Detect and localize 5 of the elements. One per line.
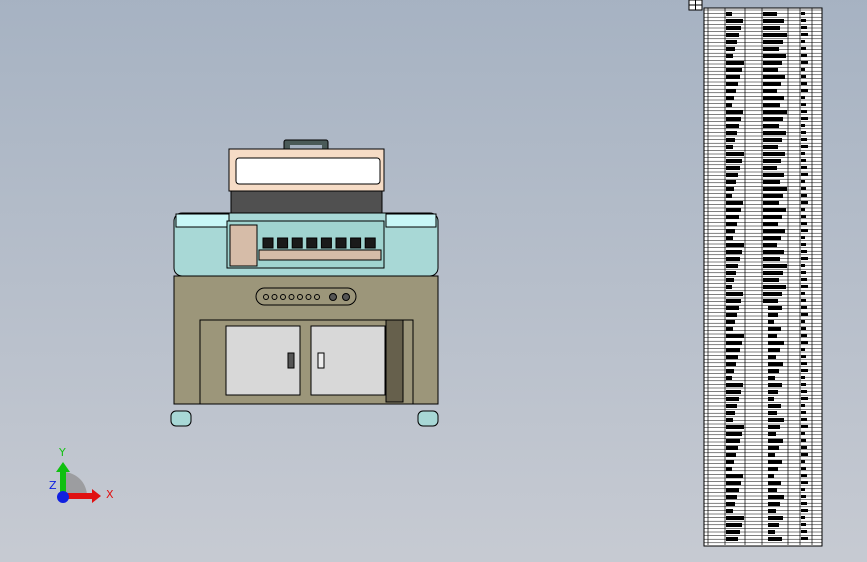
move-handle-icon[interactable] [688,0,702,10]
axis-label: Y [59,446,66,459]
axis-label: X [106,488,114,501]
axis-triad-drawing [56,462,101,503]
axis-label: Z [49,479,57,492]
